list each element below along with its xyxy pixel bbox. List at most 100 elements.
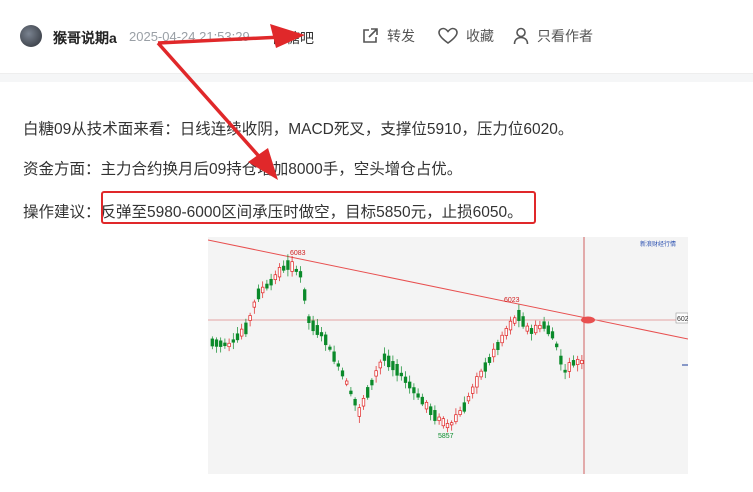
advice-prefix: 操作建议：: [23, 204, 101, 221]
candle-body: [244, 322, 248, 335]
only-author-button[interactable]: 只看作者: [513, 24, 593, 48]
post-paragraph-technical: 白糖09从技术面来看：日线连续收阴，MACD死叉，支撑位5910，压力位6020…: [23, 121, 574, 138]
post-paragraph-funds: 资金方面：主力合约换月后09持仓增加8000手，空头增仓占优。: [23, 161, 463, 178]
low-price-label: 5857: [438, 433, 454, 440]
candle-body: [492, 348, 496, 358]
candle-body: [315, 325, 319, 335]
candle-body: [240, 328, 244, 337]
avatar[interactable]: [20, 25, 42, 47]
candle-body: [227, 342, 231, 348]
candle-body: [563, 369, 567, 373]
candle-body: [433, 410, 437, 421]
candle-body: [567, 362, 571, 372]
candle-body: [441, 418, 445, 427]
candle-body: [517, 309, 521, 321]
candle-body: [559, 355, 563, 365]
candle-body: [529, 328, 534, 334]
candle-body: [521, 316, 525, 327]
candle-body: [462, 402, 466, 412]
candle-body: [580, 360, 584, 364]
candle-body: [277, 267, 282, 278]
candle-body: [550, 331, 555, 339]
candle-body: [349, 390, 353, 395]
share-icon: [363, 28, 378, 43]
author-name[interactable]: 猴哥说期a: [53, 28, 117, 48]
candle-body: [273, 274, 277, 281]
candle-body: [382, 353, 387, 361]
candle-body: [466, 395, 471, 402]
post-timestamp: 2025-04-24 21:53:29: [129, 29, 250, 44]
post-body: 白糖09从技术面来看：日线连续收阴，MACD死叉，支撑位5910，压力位6020…: [0, 82, 753, 492]
candle-body: [387, 355, 391, 368]
candle-body: [496, 342, 500, 350]
candle-body: [571, 360, 576, 366]
candle-body: [252, 301, 256, 308]
candle-body: [223, 342, 227, 347]
candle-body: [458, 410, 462, 415]
candle-body: [500, 334, 504, 344]
candle-body: [265, 283, 269, 289]
favorite-button[interactable]: 收藏: [438, 24, 494, 48]
candle-body: [235, 333, 240, 341]
candle-body: [324, 334, 328, 346]
candle-body: [294, 268, 298, 272]
candle-body: [340, 370, 345, 377]
highlight-box: [101, 191, 536, 224]
candle-body: [286, 260, 290, 270]
candle-body: [298, 271, 303, 278]
candle-body: [525, 325, 529, 332]
candle-body: [307, 316, 311, 323]
candle-body: [332, 351, 336, 362]
candle-body: [290, 261, 294, 272]
candle-body: [214, 339, 219, 347]
candle-body: [328, 346, 332, 350]
candle-body: [454, 414, 458, 423]
candle-body: [370, 379, 374, 386]
candle-body: [210, 338, 214, 347]
candlestick-chart: 602 新浪财经行情 6083 6023 5857: [208, 237, 688, 474]
candle-body: [534, 324, 538, 334]
share-label: 转发: [387, 28, 415, 44]
share-button[interactable]: 转发: [361, 24, 415, 48]
candle-body: [256, 288, 261, 300]
heart-icon: [438, 27, 458, 44]
candle-body: [399, 372, 403, 377]
candle-body: [248, 315, 252, 321]
candle-body: [416, 393, 420, 398]
candle-body: [261, 286, 265, 294]
candle-body: [471, 386, 475, 394]
candle-body: [429, 406, 433, 415]
candle-body: [353, 398, 357, 406]
candle-body: [546, 325, 550, 335]
forum-link[interactable]: 白糖吧: [272, 28, 314, 48]
candle-body: [445, 423, 450, 429]
chart-corner-text: 新浪财经行情: [640, 240, 676, 248]
candle-body: [403, 376, 408, 383]
candle-body: [366, 387, 370, 398]
candle-body: [231, 339, 235, 343]
candle-body: [303, 289, 307, 301]
candle-body: [282, 265, 286, 271]
user-icon: [513, 27, 529, 45]
candle-body: [336, 363, 340, 367]
candle-body: [475, 376, 479, 388]
candle-body: [538, 324, 542, 330]
crosshair-marker: [581, 316, 595, 324]
post-header: 猴哥说期a 2025-04-24 21:53:29 白糖吧 转发 收藏 只看作者: [0, 0, 753, 74]
candle-body: [412, 387, 416, 394]
candle-body: [219, 340, 223, 347]
candle-body: [483, 362, 487, 372]
candle-body: [378, 361, 382, 369]
candle-body: [542, 321, 546, 329]
candle-body: [357, 407, 361, 417]
candle-body: [345, 380, 349, 385]
candle-body: [374, 370, 378, 377]
candle-body: [319, 332, 324, 337]
candle-body: [504, 328, 508, 336]
candle-body: [420, 396, 424, 405]
candle-body: [487, 357, 492, 363]
candle-body: [361, 397, 366, 407]
candle-body: [269, 278, 273, 286]
only-author-label: 只看作者: [537, 28, 593, 44]
favorite-label: 收藏: [466, 28, 494, 44]
